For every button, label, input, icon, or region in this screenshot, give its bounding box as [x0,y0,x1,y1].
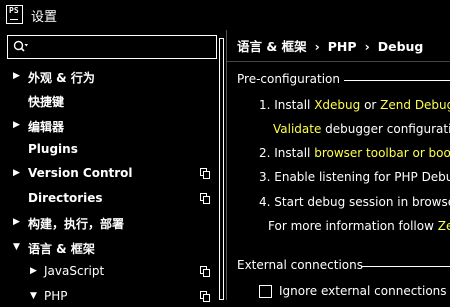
zend-debugger-link[interactable]: Zend Debug [380,98,450,112]
sidebar-item-label: JavaScript [44,264,105,278]
step-install-debugger: 1. Install Xdebug or Zend Debug [259,98,450,112]
sidebar-item-label: Plugins [28,142,78,156]
more-information: For more information follow Ze [268,219,450,233]
breadcrumb-separator-icon: › [364,39,370,54]
breadcrumb-item-debug: Debug [377,39,424,54]
title-bar: PS 设置 [0,0,450,30]
collapse-arrow-icon[interactable]: ▼ [13,242,20,252]
sidebar-item-label: 编辑器 [28,120,65,134]
search-input[interactable] [32,38,212,56]
xdebug-link[interactable]: Xdebug [314,98,360,112]
sidebar-item-label: PHP [44,289,68,303]
search-box[interactable] [7,35,217,59]
expand-arrow-icon[interactable]: ▶ [13,168,20,178]
app-icon-bar [10,19,18,20]
external-connections-heading: External connections [237,258,363,272]
project-settings-icon [200,291,210,302]
step-start-debug-session: 4. Start debug session in browser [259,195,450,209]
step-text: 2. Install [259,146,315,160]
expand-arrow-icon[interactable]: ▶ [30,266,37,276]
step-validate: Validate debugger configuratio [273,122,450,136]
step-text: 1. Install [259,98,315,112]
sidebar-item-plugins[interactable]: Plugins [0,140,216,160]
sidebar-item-php[interactable]: ▼ PHP [0,287,216,307]
preconfiguration-heading: Pre-configuration [237,72,341,86]
expand-arrow-icon[interactable]: ▶ [13,120,20,130]
zend-documentation-link[interactable]: Ze [438,219,450,233]
section-divider [344,80,450,81]
project-settings-icon [200,266,210,277]
header-divider [227,61,450,62]
breadcrumb-separator-icon: › [314,39,320,54]
step-text: debugger configuratio [321,122,450,136]
sidebar-item-javascript[interactable]: ▶ JavaScript [0,262,216,282]
sidebar-item-build-execution-deployment[interactable]: ▶ 构建，执行，部署 [0,213,216,233]
sidebar-item-languages-frameworks[interactable]: ▼ 语言 & 框架 [0,238,216,258]
step-text: or [360,98,381,112]
step-text: For more information follow [268,219,438,233]
project-settings-icon [200,193,210,204]
sidebar-item-directories[interactable]: Directories [0,189,216,209]
sidebar-item-appearance-behavior[interactable]: ▶ 外观 & 行为 [0,67,216,87]
breadcrumb-item-languages-frameworks[interactable]: 语言 & 框架 [237,39,307,54]
sidebar-item-label: 外观 & 行为 [28,71,95,85]
step-install-toolbar: 2. Install browser toolbar or boo [259,146,450,160]
sidebar-item-label: 快捷键 [28,95,65,109]
expand-arrow-icon[interactable]: ▶ [13,217,20,227]
search-icon[interactable] [13,40,29,54]
ignore-external-connections-checkbox[interactable] [259,285,272,298]
section-divider [361,266,450,267]
breadcrumb-item-php[interactable]: PHP [328,39,357,54]
sidebar-item-editor[interactable]: ▶ 编辑器 [0,116,216,136]
sidebar-item-label: 语言 & 框架 [28,242,95,256]
app-icon-text: PS [9,6,19,15]
expand-arrow-icon[interactable]: ▶ [13,71,20,81]
project-settings-icon [200,168,210,179]
breadcrumb: 语言 & 框架 › PHP › Debug [237,36,423,55]
settings-sidebar: ▶ 外观 & 行为 快捷键 ▶ 编辑器 Plugins ▶ Version Co… [0,30,226,303]
sidebar-item-label: 构建，执行，部署 [28,217,125,231]
phpstorm-app-icon: PS [6,5,23,24]
window-title: 设置 [31,10,58,25]
validate-link[interactable]: Validate [273,122,321,136]
step-enable-listening: 3. Enable listening for PHP Debug [259,170,450,184]
sidebar-item-label: Version Control [28,166,133,180]
sidebar-item-version-control[interactable]: ▶ Version Control [0,164,216,184]
ignore-external-connections-label[interactable]: Ignore external connections th [279,284,450,298]
sidebar-item-label: Directories [28,191,103,205]
sidebar-item-keymap[interactable]: 快捷键 [0,91,216,111]
browser-toolbar-link[interactable]: browser toolbar or boo [314,146,450,160]
panel-divider[interactable] [226,30,227,300]
sidebar-scrollbar[interactable] [219,38,224,300]
